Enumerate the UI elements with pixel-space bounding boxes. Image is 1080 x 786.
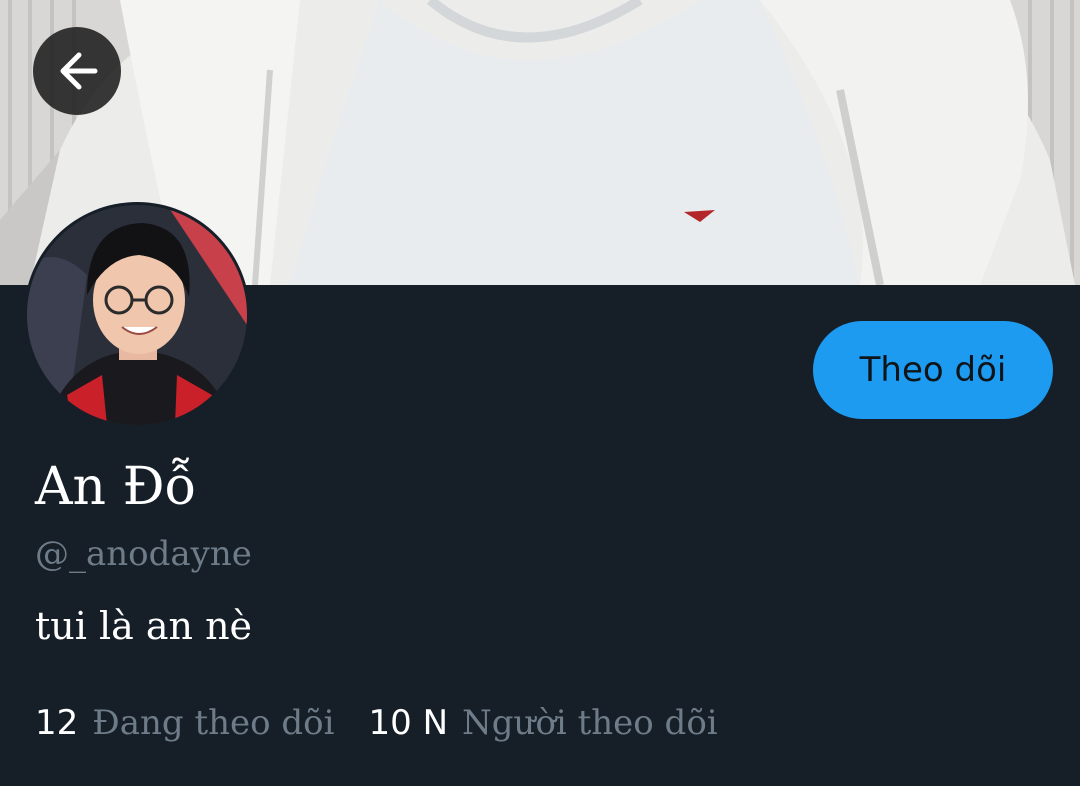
following-stat[interactable]: 12 Đang theo dõi [35, 702, 335, 744]
followers-count: 10 N [368, 703, 449, 743]
followers-stat[interactable]: 10 N Người theo dõi [369, 702, 718, 744]
arrow-left-icon [60, 52, 98, 90]
avatar-image [27, 205, 247, 425]
avatar[interactable] [24, 202, 250, 428]
username: @_anodayne [35, 534, 252, 574]
follow-button[interactable]: Theo dõi [813, 321, 1053, 419]
profile-page: Theo dõi An Đỗ @_anodayne tui là an nè 1… [0, 0, 1080, 786]
bio: tui là an nè [35, 604, 253, 648]
back-button[interactable] [33, 27, 121, 115]
display-name: An Đỗ [35, 457, 197, 517]
following-label: Đang theo dõi [92, 703, 335, 743]
followers-label: Người theo dõi [462, 703, 718, 743]
following-count: 12 [35, 703, 79, 743]
follow-stats: 12 Đang theo dõi 10 N Người theo dõi [35, 702, 752, 744]
